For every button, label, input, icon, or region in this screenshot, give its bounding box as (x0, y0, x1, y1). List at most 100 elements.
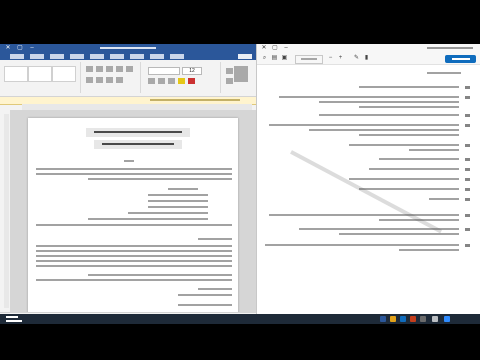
body-text-line (88, 178, 232, 180)
maximize-icon[interactable]: ▢ (270, 44, 280, 53)
ribbon-group-font: 12 (142, 62, 221, 93)
ribbon-tab[interactable] (170, 54, 184, 59)
ribbon-tab[interactable] (50, 54, 64, 59)
share-button[interactable] (445, 55, 476, 63)
align-button[interactable] (86, 66, 93, 72)
print-icon[interactable]: ▤ (271, 55, 278, 62)
body-text-line (128, 212, 208, 214)
bold-button[interactable] (148, 78, 155, 84)
ribbon-tab[interactable] (70, 54, 84, 59)
pdf-text-line (359, 106, 459, 108)
body-text-line (36, 168, 232, 170)
item-number (465, 188, 470, 191)
edge-icon[interactable] (400, 316, 406, 322)
section-heading (124, 160, 134, 162)
pdf-text-line (265, 244, 459, 246)
list-button[interactable] (116, 66, 123, 72)
ribbon: 12 (0, 60, 256, 97)
pdf-text-line (299, 228, 459, 230)
document-area[interactable] (10, 110, 256, 312)
zoom-in-icon[interactable]: + (337, 55, 344, 62)
word-window: ✕ ▢ – 12 (0, 44, 257, 324)
highlight-icon[interactable]: ▮ (363, 55, 370, 62)
search-icon[interactable]: ⌕ (261, 55, 268, 62)
font-size-field[interactable]: 12 (182, 67, 202, 75)
sort-button[interactable] (106, 77, 113, 83)
save-icon[interactable]: ▣ (281, 55, 288, 62)
close-icon[interactable]: ✕ (2, 44, 14, 53)
word-titlebar: ✕ ▢ – (0, 44, 256, 53)
maximize-icon[interactable]: ▢ (14, 44, 26, 53)
close-icon[interactable]: ✕ (259, 44, 269, 53)
document-subtitle (94, 140, 182, 149)
app-taskbar-icon[interactable] (410, 316, 416, 322)
body-text-line (36, 245, 232, 247)
list-button[interactable] (126, 66, 133, 72)
indent-button[interactable] (96, 77, 103, 83)
underline-button[interactable] (168, 78, 175, 84)
document-title (86, 128, 190, 137)
ribbon-tabs (0, 53, 256, 60)
ribbon-tab[interactable] (150, 54, 164, 59)
pdf-text-line (269, 124, 459, 126)
draw-icon[interactable]: ✎ (353, 55, 360, 62)
style-gallery-item[interactable] (52, 66, 76, 82)
font-name-field[interactable] (148, 67, 180, 75)
highlight-button[interactable] (178, 78, 185, 84)
italic-button[interactable] (158, 78, 165, 84)
document-page[interactable] (28, 118, 238, 312)
pdf-text-line (359, 134, 459, 136)
pdf-text-line (379, 158, 459, 160)
item-number (465, 144, 470, 147)
ribbon-tab[interactable] (90, 54, 104, 59)
paste-button[interactable] (234, 66, 248, 82)
style-gallery-item[interactable] (28, 66, 52, 82)
minimize-icon[interactable]: – (26, 44, 38, 53)
word-taskbar-icon[interactable] (380, 316, 386, 322)
item-number (465, 114, 470, 117)
page-indicator[interactable] (295, 55, 323, 64)
pdf-text-line (359, 86, 459, 88)
body-text-line (178, 304, 232, 306)
body-text-line (178, 294, 232, 296)
align-button[interactable] (96, 66, 103, 72)
ribbon-tab[interactable] (10, 54, 24, 59)
letterbox-bottom (0, 324, 480, 360)
file-explorer-icon[interactable] (390, 316, 396, 322)
ribbon-group-styles (0, 62, 81, 93)
pdf-viewer-window: ✕ ▢ – ⌕ ▤ ▣ − + ✎ ▮ (257, 44, 480, 324)
item-number (465, 96, 470, 99)
app-taskbar-icon[interactable] (420, 316, 426, 322)
cut-button[interactable] (226, 68, 233, 74)
pdf-page[interactable] (259, 66, 478, 324)
font-color-button[interactable] (188, 78, 195, 84)
shading-button[interactable] (116, 77, 123, 83)
pdf-text-line (379, 219, 459, 221)
minimize-icon[interactable]: – (281, 44, 291, 53)
indent-button[interactable] (86, 77, 93, 83)
item-number (465, 244, 470, 247)
style-gallery-item[interactable] (4, 66, 28, 82)
body-text-line (148, 206, 208, 208)
pdf-text-line (279, 96, 459, 98)
item-number (465, 158, 470, 161)
body-text-line (36, 279, 232, 281)
pdf-text-line (269, 214, 459, 216)
ribbon-tab[interactable] (130, 54, 144, 59)
item-number (465, 168, 470, 171)
search-icon[interactable] (432, 316, 438, 322)
align-button[interactable] (106, 66, 113, 72)
pdf-text-line (339, 233, 459, 235)
pdf-heading (427, 72, 461, 74)
pdf-text-line (409, 149, 459, 151)
zoom-out-icon[interactable]: − (327, 55, 334, 62)
windows-start-icon[interactable] (444, 316, 450, 322)
ribbon-tab[interactable] (30, 54, 44, 59)
ribbon-tab[interactable] (110, 54, 124, 59)
vertical-ruler (4, 114, 9, 308)
item-number (465, 86, 470, 89)
pdf-text-line (369, 168, 459, 170)
body-text-line (36, 260, 232, 262)
ribbon-tab-active[interactable] (238, 54, 252, 59)
copy-button[interactable] (226, 78, 233, 84)
